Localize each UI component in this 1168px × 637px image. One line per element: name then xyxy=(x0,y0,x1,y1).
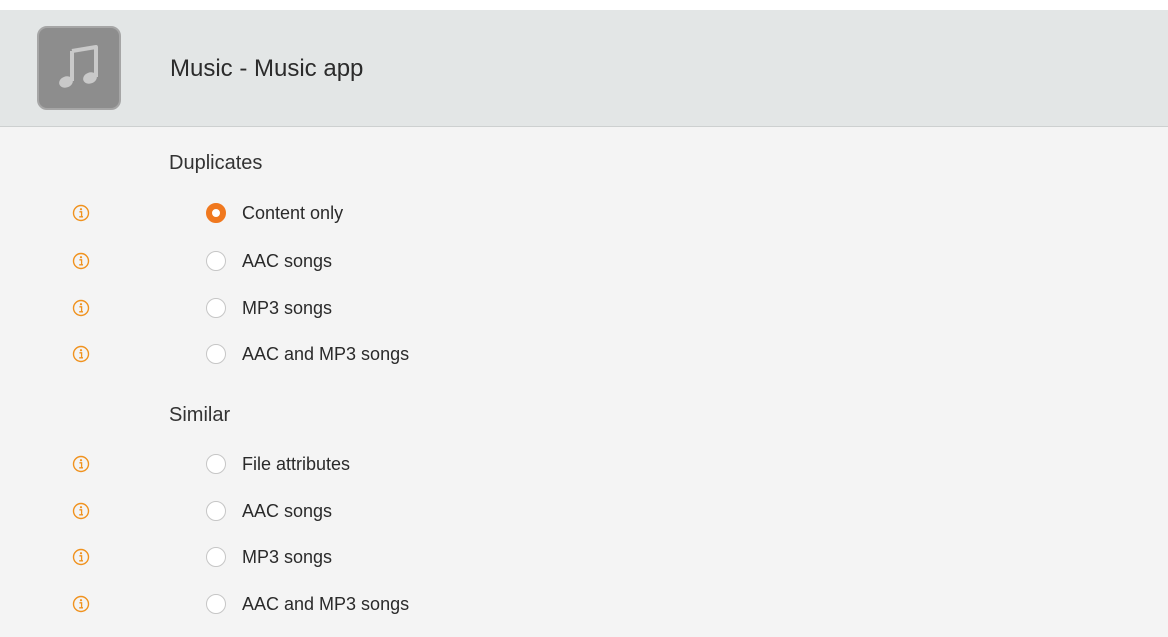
info-icon[interactable] xyxy=(72,299,90,317)
app-title: Music - Music app xyxy=(170,55,364,82)
option-label: File attributes xyxy=(242,454,351,474)
option-duplicates-aac-and-mp3-songs[interactable]: AAC and MP3 songs xyxy=(206,342,409,366)
radio-button[interactable] xyxy=(206,501,226,521)
option-label: AAC and MP3 songs xyxy=(242,344,410,364)
info-icon[interactable] xyxy=(72,502,90,520)
radio-button[interactable] xyxy=(206,298,226,318)
option-similar-file-attributes[interactable]: File attributes xyxy=(206,452,350,476)
option-label: AAC and MP3 songs xyxy=(242,594,410,614)
radio-button[interactable] xyxy=(206,454,226,474)
option-label: AAC songs xyxy=(242,251,333,271)
radio-button[interactable] xyxy=(206,251,226,271)
option-duplicates-mp3-songs[interactable]: MP3 songs xyxy=(206,296,332,320)
option-duplicates-aac-songs[interactable]: AAC songs xyxy=(206,249,332,273)
option-label: Content only xyxy=(242,203,344,223)
option-label: MP3 songs xyxy=(242,547,333,567)
info-icon[interactable] xyxy=(72,345,90,363)
option-similar-aac-songs[interactable]: AAC songs xyxy=(206,499,332,523)
option-duplicates-content-only[interactable]: Content only xyxy=(206,201,343,225)
radio-button-selected[interactable] xyxy=(206,203,226,223)
radio-button[interactable] xyxy=(206,344,226,364)
info-icon[interactable] xyxy=(72,595,90,613)
info-icon[interactable] xyxy=(72,548,90,566)
info-icon[interactable] xyxy=(72,252,90,270)
info-icon[interactable] xyxy=(72,455,90,473)
radio-button[interactable] xyxy=(206,594,226,614)
info-icon[interactable] xyxy=(72,204,90,222)
app-header: Music - Music app xyxy=(0,10,1168,127)
option-label: AAC songs xyxy=(242,501,333,521)
option-similar-mp3-songs[interactable]: MP3 songs xyxy=(206,545,332,569)
section-heading-similar: Similar xyxy=(169,404,231,426)
section-heading-duplicates: Duplicates xyxy=(169,152,263,174)
option-label: MP3 songs xyxy=(242,298,333,318)
option-similar-aac-and-mp3-songs[interactable]: AAC and MP3 songs xyxy=(206,592,409,616)
music-note-icon xyxy=(37,26,121,110)
settings-panel: Music - Music app Duplicates Content onl… xyxy=(0,10,1168,637)
radio-button[interactable] xyxy=(206,547,226,567)
